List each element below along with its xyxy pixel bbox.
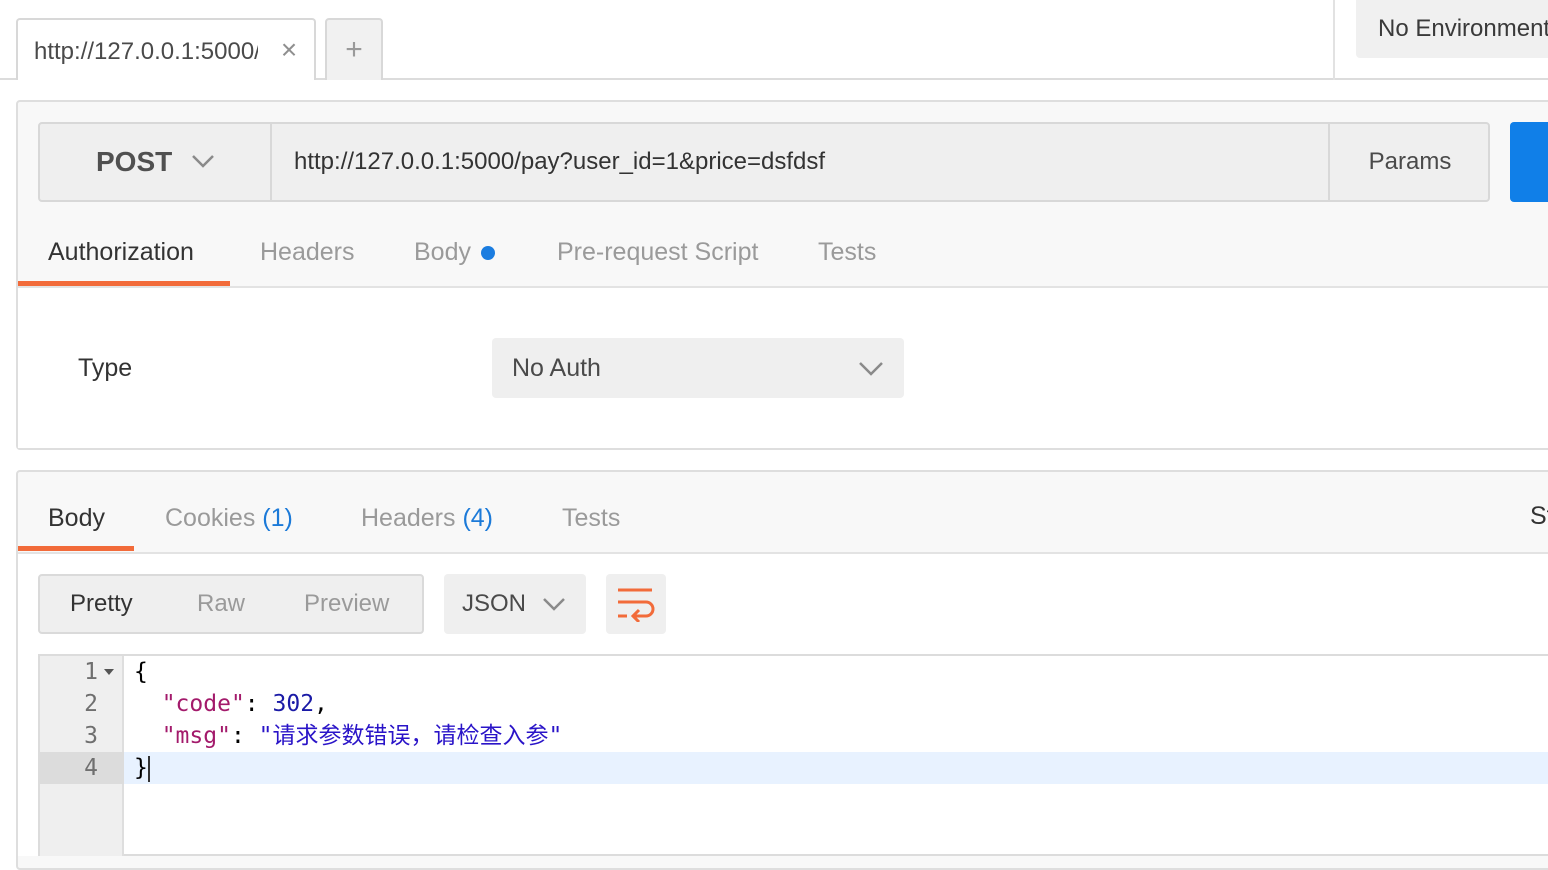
text-cursor — [147, 755, 150, 782]
headers-label: Headers — [361, 504, 456, 532]
url-input[interactable] — [274, 124, 1326, 200]
fold-arrow-icon[interactable] — [104, 669, 114, 675]
wrap-icon — [618, 588, 655, 622]
tab-authorization[interactable]: Authorization — [48, 232, 194, 272]
code-line: "msg": "请求参数错误，请检查入参" — [134, 720, 563, 752]
tab-body[interactable]: Body — [414, 232, 495, 272]
response-tab-tests[interactable]: Tests — [562, 498, 620, 538]
response-code-editor[interactable]: 1 2 3 4 { "code": 302, "msg": "请求参数错误，请检… — [38, 654, 1548, 856]
wrap-lines-button[interactable] — [606, 574, 666, 634]
auth-type-label: Type — [78, 354, 133, 382]
code-line: } — [134, 752, 150, 784]
comma: , — [314, 691, 328, 717]
view-mode-group: Pretty Raw Preview — [38, 574, 424, 634]
open-brace: { — [134, 659, 148, 685]
line-number: 3 — [84, 723, 98, 749]
tab-tests[interactable]: Tests — [818, 232, 876, 272]
close-brace: } — [134, 755, 148, 781]
active-line-highlight — [124, 752, 1548, 784]
line-number: 2 — [84, 691, 98, 717]
json-key: "msg" — [161, 723, 231, 749]
response-tab-headers[interactable]: Headers (4) — [361, 498, 493, 538]
tab-headers[interactable]: Headers — [260, 232, 355, 272]
response-tab-cookies[interactable]: Cookies (1) — [165, 498, 293, 538]
active-tab-indicator — [18, 546, 134, 551]
method-select[interactable]: POST — [40, 124, 272, 200]
headers-count: (4) — [462, 504, 494, 532]
divider — [18, 552, 1548, 554]
json-key: "code" — [161, 691, 245, 717]
body-indicator-dot — [480, 246, 495, 261]
method-label: POST — [96, 146, 173, 177]
active-tab-indicator — [18, 281, 230, 286]
request-tab[interactable]: http://127.0.0.1:5000/pay?user_id=1&pric… — [16, 18, 316, 80]
format-value: JSON — [462, 590, 527, 617]
close-tab-icon[interactable]: × — [274, 34, 304, 66]
auth-type-select[interactable]: No Auth — [492, 338, 904, 398]
code-line: "code": 302, — [134, 688, 328, 720]
auth-type-value: No Auth — [512, 354, 601, 382]
chevron-down-icon — [192, 155, 214, 168]
tab-pre-request-script[interactable]: Pre-request Script — [557, 232, 758, 272]
url-bar: POST Params — [38, 122, 1490, 202]
params-button[interactable]: Params — [1328, 124, 1490, 200]
format-select[interactable]: JSON — [444, 574, 586, 634]
view-raw-button[interactable]: Raw — [197, 576, 245, 632]
colon: : — [244, 691, 273, 717]
cookies-count: (1) — [262, 504, 293, 532]
json-string: "请求参数错误，请检查入参" — [258, 723, 563, 749]
status-label: St — [1530, 502, 1548, 530]
colon: : — [230, 723, 259, 749]
view-preview-button[interactable]: Preview — [304, 576, 389, 632]
response-tab-body[interactable]: Body — [48, 498, 105, 538]
view-pretty-button[interactable]: Pretty — [70, 576, 133, 632]
send-button[interactable] — [1510, 122, 1548, 202]
json-number: 302 — [272, 691, 315, 717]
request-tab-label: http://127.0.0.1:5000/pay?user_id=1&pric… — [34, 38, 258, 65]
line-number: 4 — [84, 755, 98, 781]
tab-body-label: Body — [414, 238, 471, 266]
new-tab-button[interactable]: + — [325, 18, 383, 80]
cookies-label: Cookies — [165, 504, 256, 532]
code-line: { — [134, 656, 148, 688]
divider — [1333, 0, 1335, 80]
chevron-down-icon — [543, 598, 565, 611]
chevron-down-icon — [859, 362, 883, 376]
environment-select[interactable]: No Environment — [1356, 0, 1548, 58]
line-number: 1 — [84, 659, 98, 685]
